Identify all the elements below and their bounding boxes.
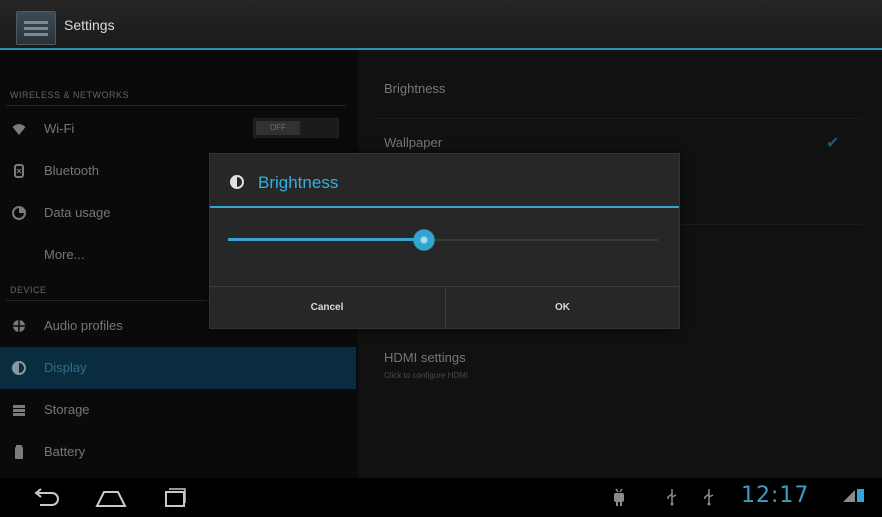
brightness-dialog: Brightness Cancel OK (209, 153, 680, 329)
usb-icon (666, 488, 678, 509)
action-bar-title: Settings (64, 17, 115, 33)
android-debug-icon (612, 488, 626, 509)
back-icon[interactable] (32, 486, 60, 510)
recent-apps-icon[interactable] (163, 486, 187, 510)
system-bar: 12:17 (0, 478, 882, 517)
dialog-button-bar: Cancel OK (210, 286, 679, 328)
brightness-slider[interactable] (228, 228, 658, 252)
status-clock: 12:17 (741, 483, 810, 508)
usb-icon (703, 488, 715, 509)
home-icon[interactable] (94, 486, 128, 510)
battery-status-icon (857, 489, 864, 502)
slider-fill (228, 238, 424, 241)
ok-button[interactable]: OK (445, 287, 679, 328)
brightness-icon (230, 175, 244, 189)
action-bar: Settings (0, 0, 882, 50)
slider-thumb[interactable] (413, 229, 435, 251)
dialog-title-divider (210, 206, 679, 208)
signal-icon (843, 490, 855, 502)
cancel-button[interactable]: Cancel (210, 287, 444, 328)
dialog-title: Brightness (258, 173, 339, 192)
settings-app-icon[interactable] (16, 11, 56, 45)
